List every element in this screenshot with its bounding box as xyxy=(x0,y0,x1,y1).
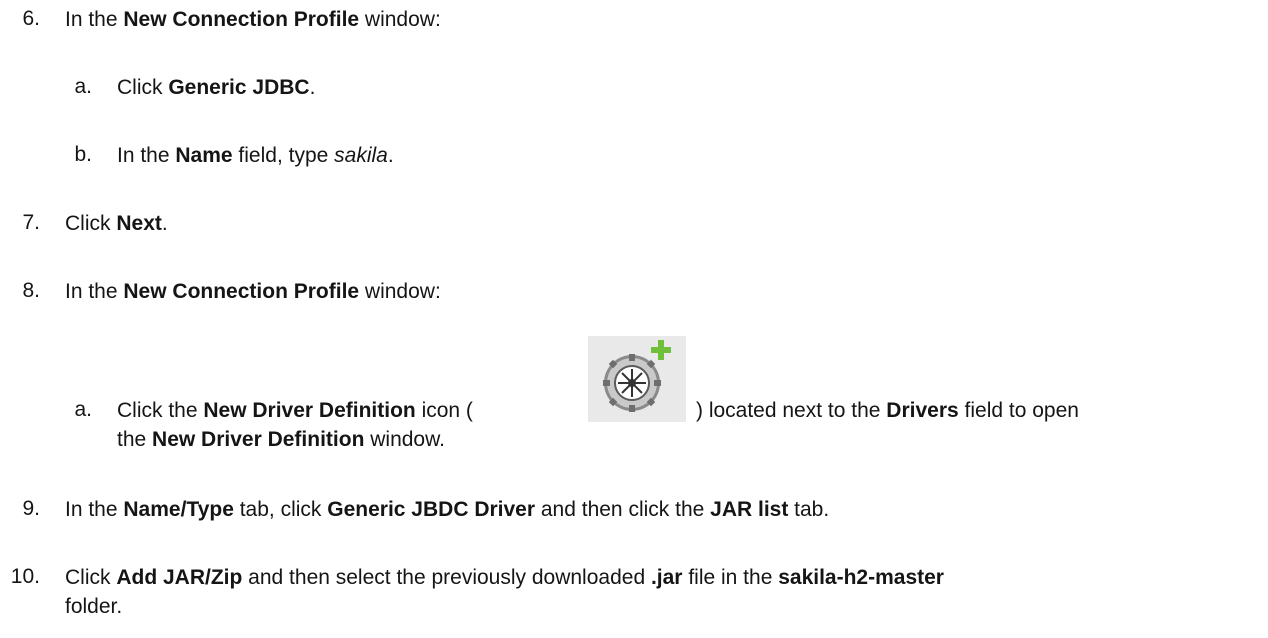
new-driver-definition-icon xyxy=(588,336,686,422)
ui-term: Name/Type xyxy=(123,498,234,521)
step-number: 9. xyxy=(22,497,40,520)
step-text: In the Name/Type tab, click Generic JBDC… xyxy=(65,498,830,521)
ui-term: New Driver Definition xyxy=(152,428,365,451)
step-text: In the New Connection Profile window: xyxy=(65,8,441,31)
ui-term: Generic JBDC Driver xyxy=(327,498,536,521)
ui-term: sakila-h2-master xyxy=(778,566,944,589)
step-number: 6. xyxy=(22,7,40,30)
step-text-line2: folder. xyxy=(65,595,123,618)
typed-value: sakila xyxy=(334,144,388,167)
ui-term: New Connection Profile xyxy=(123,8,360,31)
ui-term: Next xyxy=(116,212,162,235)
step-text-continued: ) located next to the Drivers field to o… xyxy=(696,399,1079,422)
step-text: Click Next. xyxy=(65,212,168,235)
ui-term: Drivers xyxy=(886,399,959,422)
step-number: 8. xyxy=(22,279,40,302)
substep-letter: a. xyxy=(74,75,92,98)
step-text-line2: the New Driver Definition window. xyxy=(117,428,445,451)
step-text: In the New Connection Profile window: xyxy=(65,280,441,303)
ui-term: Add JAR/Zip xyxy=(116,566,243,589)
step-text: In the Name field, type sakila. xyxy=(117,144,394,167)
step-text: Click Generic JDBC. xyxy=(117,76,316,99)
ui-term: New Connection Profile xyxy=(123,280,360,303)
substep-letter: a. xyxy=(74,398,92,421)
ui-term: Name xyxy=(175,144,233,167)
substep-letter: b. xyxy=(74,143,92,166)
step-number: 7. xyxy=(22,211,40,234)
ui-term: Generic JDBC xyxy=(168,76,310,99)
ui-term: New Driver Definition xyxy=(203,399,416,422)
step-text: Click the New Driver Definition icon ( xyxy=(117,399,473,422)
driver-gear-icon xyxy=(603,340,671,412)
step-number: 10. xyxy=(10,565,40,588)
ui-term: JAR list xyxy=(710,498,789,521)
step-text: Click Add JAR/Zip and then select the pr… xyxy=(65,566,944,589)
ui-term: .jar xyxy=(650,566,683,589)
